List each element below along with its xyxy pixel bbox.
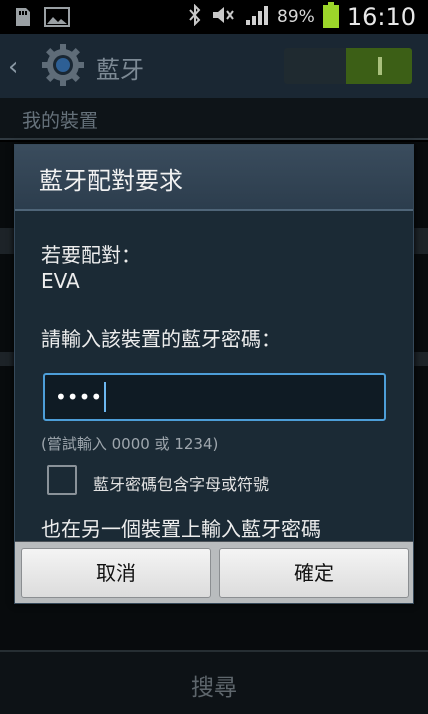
dialog-title: 藍牙配對要求 xyxy=(39,167,183,195)
toggle-indicator xyxy=(378,57,382,75)
clock: 16:10 xyxy=(346,3,416,31)
device-name: EVA xyxy=(41,269,80,293)
back-chevron-icon[interactable]: ‹ xyxy=(8,52,18,82)
sd-card-icon xyxy=(12,6,34,32)
battery-icon xyxy=(322,2,339,32)
pairing-dialog: 藍牙配對要求 若要配對： EVA 請輸入該裝置的藍牙密碼： •••• (嘗試輸入… xyxy=(14,144,414,604)
checkbox-label[interactable]: 藍牙密碼包含字母或符號 xyxy=(93,471,269,495)
dialog-button-bar: 取消 確定 xyxy=(15,541,413,603)
search-bar[interactable]: 搜尋 xyxy=(0,650,428,714)
mute-icon xyxy=(211,4,237,30)
bluetooth-icon xyxy=(187,3,203,30)
search-button[interactable]: 搜尋 xyxy=(0,668,428,702)
status-bar: 89% 16:10 xyxy=(0,0,428,34)
page-title: 藍牙 xyxy=(96,56,144,84)
section-header-label: 我的裝置 xyxy=(22,110,99,132)
pin-hint: (嘗試輸入 0000 或 1234) xyxy=(41,435,219,453)
also-enter-label: 也在另一個裝置上輸入藍牙密碼 xyxy=(41,517,321,541)
alphanumeric-checkbox[interactable] xyxy=(47,465,77,495)
section-header: 我的裝置 xyxy=(0,98,428,140)
pin-value: •••• xyxy=(55,385,103,409)
enter-pin-label: 請輸入該裝置的藍牙密碼： xyxy=(41,327,281,351)
dialog-title-bar: 藍牙配對要求 xyxy=(15,145,413,211)
text-cursor xyxy=(104,382,107,412)
action-bar: ‹ 藍牙 xyxy=(0,34,428,98)
pair-label: 若要配對： xyxy=(41,243,141,267)
cancel-button[interactable]: 取消 xyxy=(21,548,211,598)
ok-button[interactable]: 確定 xyxy=(219,548,409,598)
image-icon xyxy=(44,6,70,32)
gear-icon[interactable] xyxy=(40,42,86,88)
signal-icon xyxy=(245,4,269,30)
pin-input[interactable]: •••• xyxy=(43,373,386,421)
battery-percent: 89% xyxy=(277,7,315,27)
bluetooth-toggle[interactable] xyxy=(284,48,412,84)
